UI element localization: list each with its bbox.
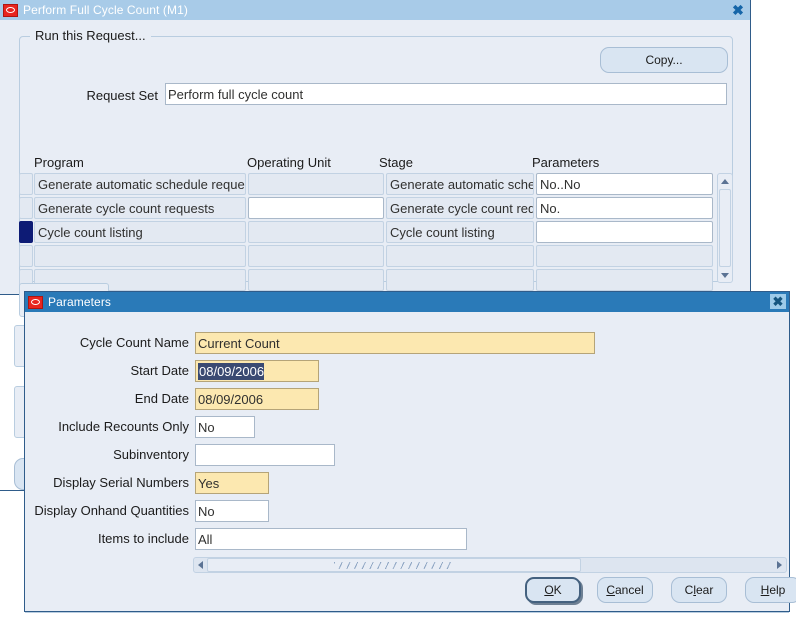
parameters-dialog: Parameters ✖ Cycle Count Name Current Cou…	[24, 291, 796, 613]
parameter-input[interactable]	[195, 444, 335, 466]
table-row[interactable]: Generate automatic schedule reque Generat…	[19, 173, 713, 197]
cell-stage[interactable]: Cycle count listing	[386, 221, 534, 243]
grid-header-parameters: Parameters	[532, 155, 600, 170]
parameter-label: Items to include	[97, 531, 189, 546]
horizontal-scrollbar-track[interactable]	[207, 558, 773, 572]
parameter-row: Cycle Count Name Current Count	[25, 332, 789, 354]
dialog-button-bar: OK Cancel Clear Help	[25, 577, 796, 607]
cell-parameters[interactable]: No.	[536, 197, 713, 219]
grid-header-program: Program	[34, 155, 84, 170]
request-grid: Program Operating Unit Stage Parameters …	[19, 155, 733, 291]
cell-program[interactable]	[34, 245, 246, 267]
close-icon[interactable]: ✖	[770, 294, 786, 309]
cell-parameters[interactable]	[536, 245, 713, 267]
cell-parameters[interactable]	[536, 221, 713, 243]
main-window-title: Perform Full Cycle Count (M1)	[23, 3, 188, 17]
parameter-label: Cycle Count Name	[79, 335, 189, 350]
triangle-right-icon[interactable]	[773, 558, 786, 572]
dialog-separator	[25, 612, 789, 613]
parameter-label: Subinventory	[113, 447, 189, 462]
main-window-titlebar: Perform Full Cycle Count (M1) ✖	[0, 0, 750, 20]
selected-text: 08/09/2006	[198, 362, 265, 380]
parameter-row: Items to include All	[25, 528, 789, 550]
parameter-input[interactable]: All	[195, 528, 467, 550]
table-row[interactable]	[19, 245, 713, 269]
cell-stage[interactable]	[386, 269, 534, 291]
screen: Perform Full Cycle Count (M1) ✖ Run this…	[0, 0, 796, 618]
main-window: Perform Full Cycle Count (M1) ✖ Run this…	[0, 0, 751, 317]
cell-operating-unit[interactable]	[248, 221, 384, 243]
parameter-row: Include Recounts Only No	[25, 416, 789, 438]
row-selector[interactable]	[19, 197, 33, 219]
cell-stage[interactable]: Generate automatic sche	[386, 173, 534, 195]
groupbox-legend: Run this Request...	[30, 28, 151, 43]
parameter-input[interactable]: 08/09/2006	[195, 360, 319, 382]
copy-button[interactable]: Copy...	[600, 47, 728, 73]
cell-parameters[interactable]: No..No	[536, 173, 713, 195]
parameter-row: Start Date 08/09/2006	[25, 360, 789, 382]
cell-parameters[interactable]	[536, 269, 713, 291]
grid-body: Generate automatic schedule reque Generat…	[19, 173, 713, 293]
grid-vertical-scrollbar[interactable]	[717, 173, 733, 283]
table-row[interactable]: Cycle count listing Cycle count listing	[19, 221, 713, 245]
cell-program[interactable]: Generate cycle count requests	[34, 197, 246, 219]
parameter-input[interactable]: 08/09/2006	[195, 388, 319, 410]
triangle-left-icon[interactable]	[194, 558, 207, 572]
parameter-input[interactable]: No	[195, 416, 255, 438]
dialog-titlebar: Parameters ✖	[25, 292, 789, 312]
oracle-logo-icon	[28, 295, 43, 309]
cell-program[interactable]: Cycle count listing	[34, 221, 246, 243]
parameter-row: End Date 08/09/2006	[25, 388, 789, 410]
request-set-input[interactable]: Perform full cycle count	[165, 83, 727, 105]
parameter-label: Include Recounts Only	[58, 419, 189, 434]
parameter-input[interactable]: No	[195, 500, 269, 522]
cell-operating-unit[interactable]	[248, 173, 384, 195]
parameter-label: Display Onhand Quantities	[34, 503, 189, 518]
help-button[interactable]: Help	[745, 577, 796, 603]
mnemonic: l	[693, 583, 696, 597]
vertical-scrollbar-thumb[interactable]	[719, 189, 731, 267]
table-row[interactable]: Generate cycle count requests Generate cy…	[19, 197, 713, 221]
mnemonic: H	[760, 583, 770, 597]
parameter-row: Display Onhand Quantities No	[25, 500, 789, 522]
ok-button[interactable]: OK	[525, 577, 581, 603]
parameter-input[interactable]: Current Count	[195, 332, 595, 354]
cell-program[interactable]: Generate automatic schedule reque	[34, 173, 246, 195]
cell-operating-unit[interactable]	[248, 269, 384, 291]
row-selector[interactable]	[19, 245, 33, 267]
parameter-label: Start Date	[130, 363, 189, 378]
scrollbar-grip-icon	[333, 561, 454, 569]
cancel-button[interactable]: Cancel	[597, 577, 653, 603]
close-icon[interactable]: ✖	[730, 2, 746, 17]
grid-header-stage: Stage	[379, 155, 413, 170]
cell-stage[interactable]	[386, 245, 534, 267]
parameter-row: Subinventory	[25, 444, 789, 466]
parameter-label: End Date	[134, 391, 189, 406]
row-selector[interactable]	[19, 221, 33, 243]
dialog-title: Parameters	[48, 295, 112, 309]
row-selector[interactable]	[19, 173, 33, 195]
request-set-label: Request Set	[86, 88, 158, 103]
mnemonic: C	[606, 583, 615, 597]
cell-operating-unit[interactable]	[248, 197, 384, 219]
triangle-up-icon[interactable]	[718, 174, 732, 188]
mnemonic: O	[544, 583, 554, 597]
cell-operating-unit[interactable]	[248, 245, 384, 267]
parameter-row: Display Serial Numbers Yes	[25, 472, 789, 494]
oracle-logo-icon	[3, 3, 18, 17]
grid-header-row: Program Operating Unit Stage Parameters	[19, 155, 733, 173]
clear-button[interactable]: Clear	[671, 577, 727, 603]
table-row[interactable]	[19, 269, 713, 293]
horizontal-scrollbar-thumb[interactable]	[207, 558, 581, 572]
triangle-down-icon[interactable]	[718, 268, 732, 282]
grid-header-operating-unit: Operating Unit	[247, 155, 331, 170]
cell-stage[interactable]: Generate cycle count req	[386, 197, 534, 219]
parameter-input[interactable]: Yes	[195, 472, 269, 494]
parameter-label: Display Serial Numbers	[53, 475, 189, 490]
dialog-horizontal-scrollbar[interactable]	[193, 557, 787, 573]
dialog-form: Cycle Count Name Current Count Start Date 0…	[25, 312, 796, 613]
